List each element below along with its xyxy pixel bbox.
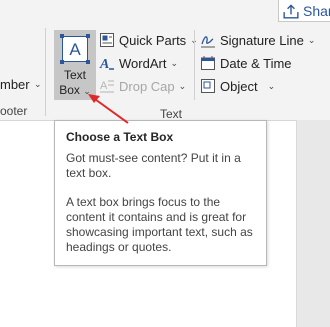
quick-parts-button[interactable]: Quick Parts ⌄ xyxy=(99,32,198,48)
document-margin-area xyxy=(297,120,330,327)
text-box-icon: A xyxy=(60,34,90,64)
drop-cap-label: Drop Cap xyxy=(119,78,175,94)
date-time-label: Date & Time xyxy=(220,55,292,71)
chevron-down-icon: ⌄ xyxy=(267,80,276,91)
svg-text:A: A xyxy=(100,80,108,92)
text-group-label: Text xyxy=(160,107,183,121)
tooltip-paragraph-1: Got must-see content? Put it in a text b… xyxy=(66,151,241,180)
signature-line-label: Signature Line xyxy=(220,32,304,48)
text-box-button[interactable]: A Text Box ⌄ xyxy=(54,30,96,100)
quick-parts-label: Quick Parts xyxy=(119,32,187,48)
share-label: Share xyxy=(303,2,330,19)
wordart-button[interactable]: A WordArt ⌄ xyxy=(99,55,178,72)
header-footer-group-label-fragment: ooter xyxy=(0,104,28,118)
text-box-tooltip: Choose a Text Box Got must-see content? … xyxy=(54,120,267,266)
signature-line-icon xyxy=(201,36,215,48)
ribbon-insert-tab: Share mber ⌄ ooter A Text Box ⌄ Quick Pa… xyxy=(0,0,330,121)
chevron-down-icon: ⌄ xyxy=(307,34,316,45)
share-button[interactable]: Share xyxy=(278,0,330,22)
text-box-label-line1: Text xyxy=(63,68,86,82)
date-time-button[interactable]: Date & Time xyxy=(200,55,292,71)
chevron-down-icon: ⌄ xyxy=(178,80,187,91)
signature-line-button[interactable]: Signature Line ⌄ xyxy=(200,32,315,48)
text-box-label-line2: Box ⌄ xyxy=(54,83,96,97)
tooltip-paragraph-2: A text box brings focus to the content i… xyxy=(66,195,253,254)
group-separator xyxy=(194,30,195,100)
text-box-icon-letter: A xyxy=(69,39,81,59)
text-box-label-box: Box xyxy=(59,83,80,97)
chevron-down-icon: ⌄ xyxy=(170,57,178,68)
page-numbers-label-fragment[interactable]: mber xyxy=(0,77,30,92)
svg-text:A: A xyxy=(99,57,109,71)
object-icon xyxy=(201,79,215,93)
group-separator xyxy=(45,28,46,116)
drop-cap-icon: A xyxy=(100,80,114,93)
drop-cap-button[interactable]: A Drop Cap ⌄ xyxy=(99,78,186,94)
page-edge-line xyxy=(296,120,297,327)
wordart-icon: A xyxy=(99,57,114,71)
object-button[interactable]: Object ⌄ xyxy=(200,78,275,94)
quick-parts-icon xyxy=(100,33,114,47)
chevron-down-icon: ⌄ xyxy=(83,86,91,96)
wordart-label: WordArt xyxy=(119,55,167,71)
calendar-icon xyxy=(201,56,215,70)
share-icon xyxy=(283,3,299,19)
tooltip-title: Choose a Text Box xyxy=(66,130,174,144)
chevron-down-icon[interactable]: ⌄ xyxy=(34,79,42,90)
object-label: Object xyxy=(220,78,258,94)
